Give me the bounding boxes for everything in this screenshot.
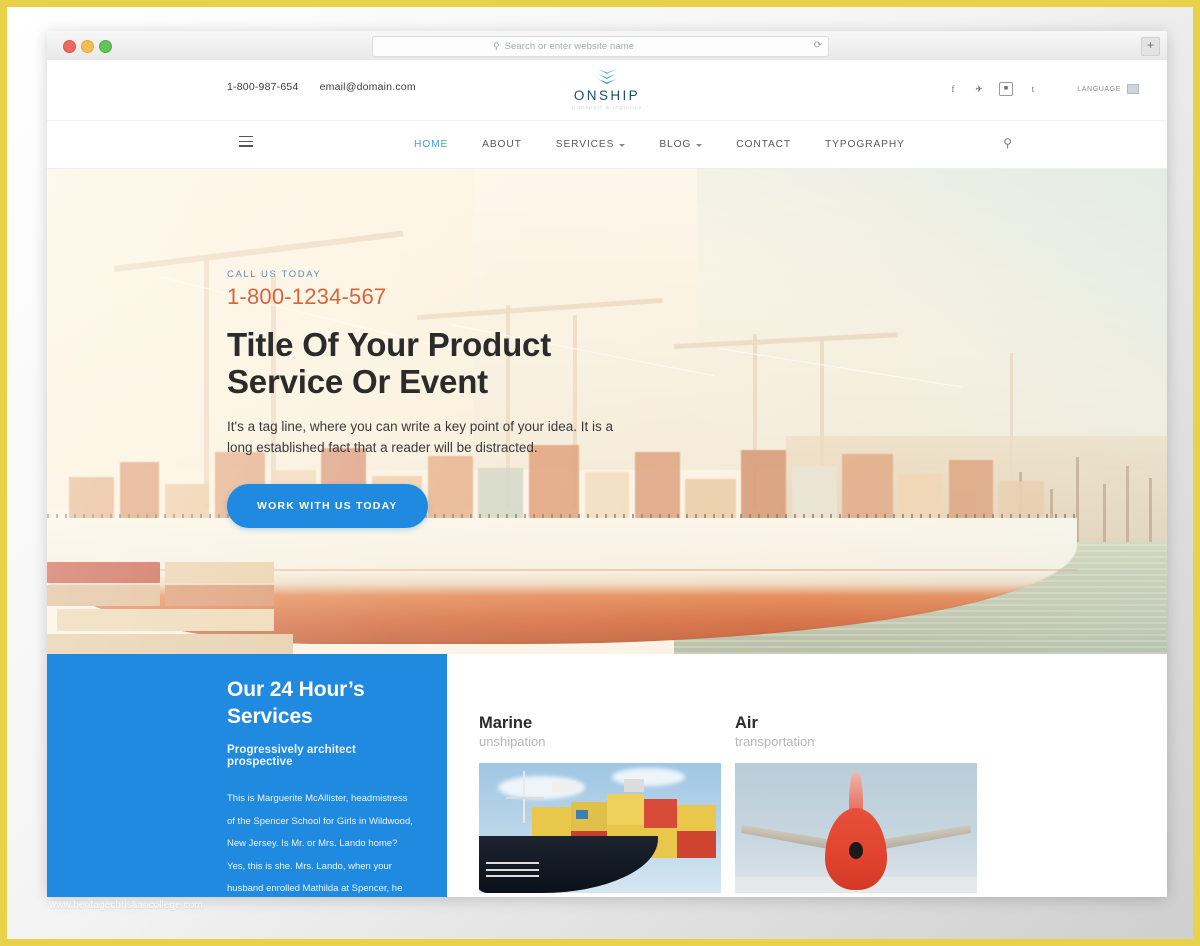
logo-tagline: transport & logistics	[571, 105, 643, 111]
site-topbar: 1-800-987-654 email@domain.com ONSHIP tr…	[47, 60, 1167, 121]
main-navigation: HOME ABOUT SERVICES BLOG CONTACT TYPOGRA…	[47, 121, 1167, 169]
chevron-stack-icon	[537, 67, 677, 87]
services-section: Our 24 Hour’s Services Progressively arch…	[47, 654, 1167, 897]
cargo-ship-image	[479, 763, 721, 893]
service-card-air[interactable]: Air transportation	[735, 714, 977, 897]
service-card-title: Air	[735, 714, 758, 732]
address-bar[interactable]: ⚲ Search or enter website name ⟳	[372, 36, 829, 57]
chevron-down-icon	[696, 144, 703, 147]
facebook-icon[interactable]: f	[947, 83, 959, 95]
topbar-email[interactable]: email@domain.com	[320, 81, 416, 93]
browser-toolbar: ⚲ Search or enter website name ⟳ +	[47, 31, 1167, 61]
contact-info: 1-800-987-654 email@domain.com	[227, 81, 434, 93]
window-close-button[interactable]	[63, 40, 76, 53]
nav-label: ABOUT	[482, 139, 522, 150]
nav-label: BLOG	[659, 139, 692, 150]
service-card-subtitle: unshipation	[479, 734, 546, 749]
service-card-marine[interactable]: Marine unshipation	[479, 714, 721, 897]
airplane-image	[735, 763, 977, 893]
nav-label: HOME	[414, 139, 449, 150]
service-card-title: Marine	[479, 714, 533, 732]
nav-menu: HOME ABOUT SERVICES BLOG CONTACT TYPOGRA…	[397, 121, 922, 168]
logo-wordmark: ONSHIP	[573, 88, 641, 103]
language-label: LANGUAGE	[1077, 85, 1121, 93]
nav-item-about[interactable]: ABOUT	[465, 139, 539, 150]
hero-section: CALL US TODAY 1-800-1234-567 Title Of Yo…	[47, 169, 1167, 654]
instagram-icon[interactable]: ■	[999, 82, 1013, 96]
services-lead: Progressively architect prospective	[227, 744, 356, 768]
address-bar-placeholder: Search or enter website name	[504, 41, 635, 52]
hero-copy: CALL US TODAY 1-800-1234-567 Title Of Yo…	[227, 269, 747, 528]
hamburger-icon[interactable]	[239, 136, 253, 148]
twitter-icon[interactable]: ✈	[973, 83, 985, 95]
nav-label: SERVICES	[555, 139, 615, 150]
window-maximize-button[interactable]	[99, 40, 112, 53]
services-body: This is Marguerite McAllister, headmistr…	[227, 793, 413, 894]
service-card-subtitle: transportation	[735, 734, 815, 749]
page-frame: ⚲ Search or enter website name ⟳ + 1-800…	[0, 0, 1200, 946]
nav-item-services[interactable]: SERVICES	[539, 139, 643, 150]
service-cards: Marine unshipation Air transportation	[479, 654, 1167, 897]
work-with-us-button[interactable]: WORK WITH US TODAY	[227, 484, 428, 528]
hero-eyebrow: CALL US TODAY	[227, 269, 322, 280]
nav-item-typography[interactable]: TYPOGRAPHY	[808, 139, 922, 150]
services-heading-line1: Our 24 Hour’s	[227, 678, 365, 701]
nav-item-contact[interactable]: CONTACT	[719, 139, 808, 150]
new-tab-button[interactable]: +	[1141, 37, 1160, 56]
window-minimize-button[interactable]	[81, 40, 94, 53]
language-selector[interactable]: LANGUAGE	[1077, 84, 1139, 94]
nav-item-blog[interactable]: BLOG	[642, 139, 719, 150]
hero-title-line2: Service Or Event	[227, 363, 488, 400]
services-intro-panel: Our 24 Hour’s Services Progressively arch…	[47, 654, 447, 897]
topbar-phone[interactable]: 1-800-987-654	[227, 81, 299, 93]
nav-label: TYPOGRAPHY	[825, 139, 905, 150]
hero-title-line1: Title Of Your Product	[227, 326, 551, 363]
services-heading-line2: Services	[227, 705, 313, 728]
website-viewport: 1-800-987-654 email@domain.com ONSHIP tr…	[47, 60, 1167, 897]
flag-icon	[1127, 84, 1139, 94]
nav-item-home[interactable]: HOME	[397, 139, 465, 150]
hero-phone[interactable]: 1-800-1234-567	[227, 284, 747, 310]
services-heading: Our 24 Hour’s Services	[227, 676, 417, 730]
site-logo[interactable]: ONSHIP transport & logistics	[537, 67, 677, 111]
chevron-down-icon	[619, 144, 626, 147]
search-icon[interactable]: ⚲	[1003, 136, 1012, 150]
search-icon: ⚲	[493, 41, 500, 51]
hero-subtitle: It's a tag line, where you can write a k…	[227, 419, 614, 455]
social-links: f ✈ ■ t	[947, 82, 1039, 96]
reload-icon[interactable]: ⟳	[814, 41, 822, 51]
tumblr-icon[interactable]: t	[1027, 83, 1039, 95]
watermark-text: www.heritagechristiancollege.com	[49, 900, 203, 911]
nav-label: CONTACT	[736, 139, 792, 150]
browser-window: ⚲ Search or enter website name ⟳ + 1-800…	[47, 31, 1167, 897]
hero-title: Title Of Your Product Service Or Event	[227, 326, 747, 400]
